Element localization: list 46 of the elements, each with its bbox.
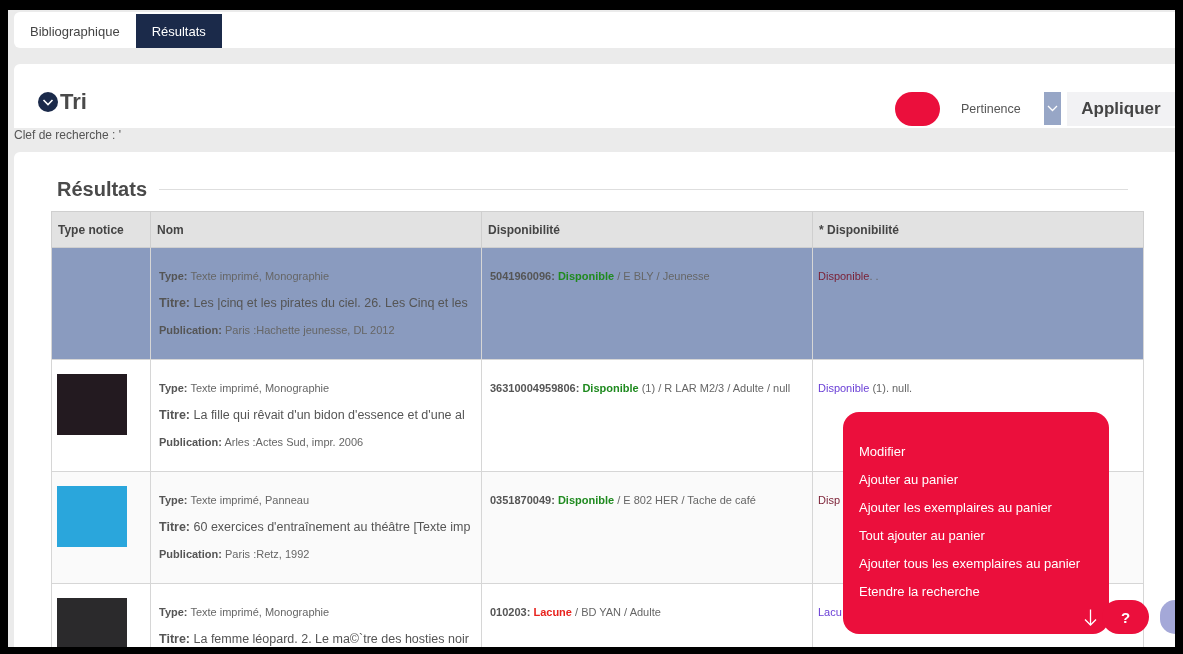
column-header[interactable]: * Disponibilité: [812, 211, 1144, 248]
record-title: Titre: La femme léopard. 2. Le ma©`tre des hosties noir: [159, 631, 469, 647]
apply-button[interactable]: Appliquer: [1067, 92, 1175, 126]
barcode: 0351870049:: [490, 494, 555, 506]
copy-details: / BD YAN / Adulte: [575, 606, 661, 618]
sort-title: Tri: [60, 91, 87, 113]
results-heading: Résultats: [57, 177, 148, 202]
record-type: Type: Texte imprimé, Monographie: [159, 269, 330, 284]
record-publication: Publication: Paris :Retz, 1992: [159, 547, 310, 562]
record-type: Type: Texte imprimé, Monographie: [159, 381, 330, 396]
menu-item[interactable]: Ajouter les exemplaires au panier: [859, 494, 1052, 522]
status-link[interactable]: Lacu: [818, 606, 842, 618]
toggle-button[interactable]: [895, 92, 940, 126]
record-title: Titre: La fille qui rêvait d'un bidon d'essence et d'une al: [159, 407, 465, 424]
copy-details: / E 802 HER / Tache de café: [617, 494, 756, 506]
search-key-label: Clef de recherche : ': [14, 128, 121, 142]
record-publication: Publication: Paris :Hachette jeunesse, DL 2012: [159, 323, 395, 338]
status-text: Disponible: [557, 494, 615, 506]
barcode: 010203:: [490, 606, 531, 618]
record-type: Type: Texte imprimé, Monographie: [159, 605, 330, 620]
column-header[interactable]: Disponibilité: [481, 211, 813, 248]
status-link[interactable]: Disponible: [818, 382, 870, 394]
record-title: Titre: Les |cinq et les pirates du ciel. 26. Les Cinq et les: [159, 295, 468, 312]
column-header[interactable]: Type notice: [51, 211, 151, 248]
status-text: Lacune: [533, 606, 572, 618]
chevron-down-icon[interactable]: [38, 92, 58, 112]
status-details: (1). null.: [871, 382, 913, 394]
tab[interactable]: Résultats: [135, 14, 222, 48]
menu-item[interactable]: Modifier: [859, 438, 906, 466]
barcode: 5041960096:: [490, 270, 555, 282]
copy-details: (1) / R LAR M2/3 / Adulte / null: [641, 382, 791, 394]
status-text: Disponible: [557, 270, 615, 282]
barcode: 36310004959806:: [490, 382, 580, 394]
arrow-down-icon[interactable]: [1084, 609, 1097, 626]
menu-item[interactable]: Ajouter tous les exemplaires au panier: [859, 550, 1081, 578]
status-details: . .: [869, 270, 879, 282]
tab[interactable]: Bibliographique: [14, 14, 136, 48]
column-header[interactable]: Nom: [150, 211, 482, 248]
record-title: Titre: 60 exercices d'entraînement au théâtre [Texte imp: [159, 519, 471, 536]
record-publication: Publication: Arles :Actes Sud, impr. 2006: [159, 435, 364, 450]
status-text: Disponible: [582, 382, 639, 394]
menu-item[interactable]: Tout ajouter au panier: [859, 522, 985, 550]
status-link[interactable]: Disp: [818, 494, 840, 506]
copy-details: / E BLY / Jeunesse: [617, 270, 710, 282]
result-row[interactable]: Type: Texte imprimé, Monographie Titre: Les |cinq et les pirates du ciel. 26. Les Cinq et les Publication: Paris :Hachette jeunesse, DL 2012 5041960096: Disponible / E BLY / Jeunesse Disponible. .: [51, 247, 1144, 360]
record-type: Type: Texte imprimé, Panneau: [159, 493, 309, 508]
